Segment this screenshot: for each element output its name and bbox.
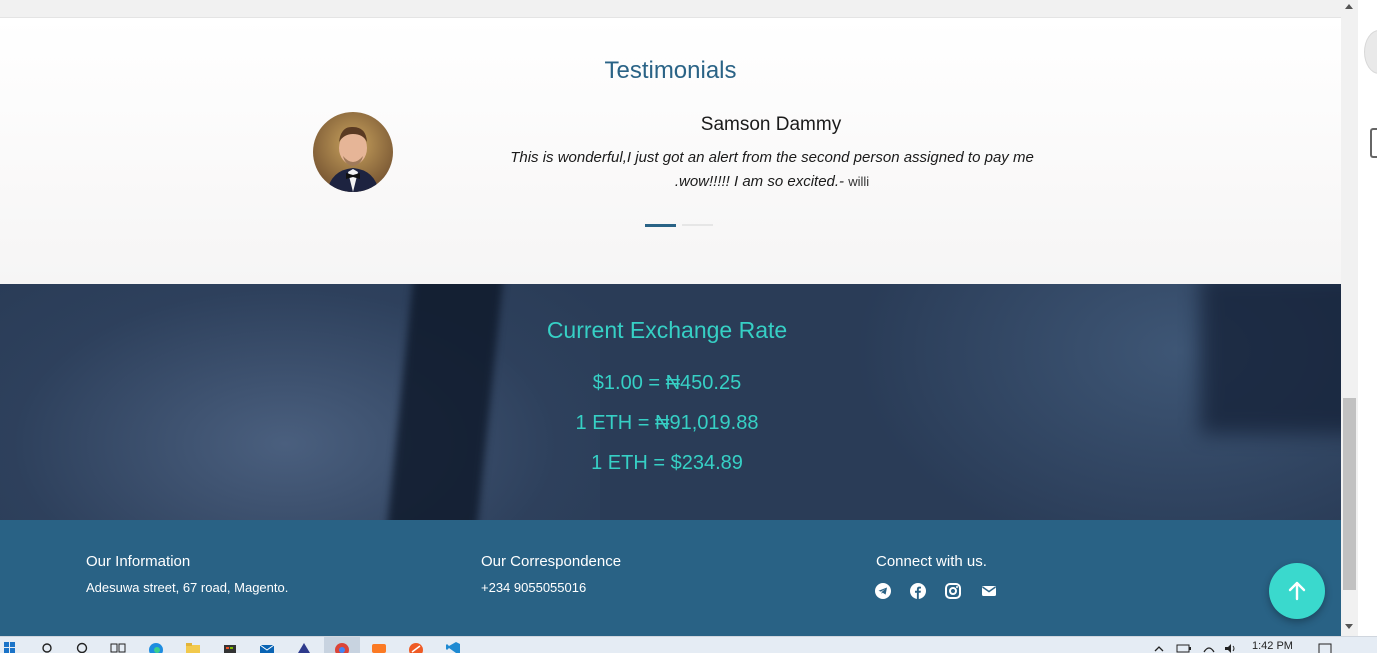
- edge-icon[interactable]: [148, 642, 164, 653]
- notification-center-icon[interactable]: [1317, 642, 1333, 653]
- side-avatar[interactable]: [1364, 30, 1377, 74]
- info-title: Our Information: [86, 553, 191, 570]
- xampp-icon[interactable]: [371, 642, 387, 653]
- postman-icon[interactable]: [408, 642, 424, 653]
- footer: Our Information Adesuwa street, 67 road,…: [0, 520, 1341, 636]
- testimonials-section: Testimonials Samson Dammy This is wonder…: [0, 18, 1341, 284]
- windows-taskbar: 1:42 PM: [0, 636, 1377, 653]
- rate-usd-ngn: $1.00 = ₦450.25: [592, 372, 742, 394]
- telegram-icon[interactable]: [875, 583, 891, 599]
- connect-title: Connect with us.: [876, 553, 987, 570]
- chrome-icon[interactable]: [334, 642, 350, 653]
- scroll-to-top-button[interactable]: [1269, 563, 1325, 619]
- top-strip: [0, 0, 1341, 18]
- search-icon[interactable]: [40, 642, 54, 653]
- testimonial-quote-text: This is wonderful,I just got an alert fr…: [510, 149, 1034, 190]
- scroll-down-arrow-icon[interactable]: [1345, 624, 1353, 629]
- file-explorer-icon[interactable]: [185, 642, 201, 653]
- rate-eth-usd: 1 ETH = $234.89: [591, 452, 743, 474]
- battery-icon[interactable]: [1176, 642, 1192, 653]
- store-icon[interactable]: [222, 642, 238, 653]
- mail-app-icon[interactable]: [259, 642, 275, 653]
- task-view-icon[interactable]: [110, 642, 126, 653]
- testimonial-author: willi: [848, 174, 870, 189]
- page-scrollbar[interactable]: [1341, 0, 1358, 636]
- windows-start-icon[interactable]: [4, 642, 16, 653]
- info-address: Adesuwa street, 67 road, Magento.: [86, 580, 289, 595]
- carousel-indicator-1[interactable]: [645, 224, 676, 227]
- scroll-up-arrow-icon[interactable]: [1345, 4, 1353, 9]
- exchange-rate-section: Current Exchange Rate $1.00 = ₦450.25 1 …: [0, 284, 1341, 520]
- app-icon[interactable]: [296, 642, 312, 653]
- testimonial-avatar: [313, 112, 393, 192]
- rate-eth-ngn: 1 ETH = ₦91,019.88: [575, 412, 759, 434]
- arrow-up-icon: [1288, 581, 1306, 601]
- side-panel-icon[interactable]: [1370, 128, 1377, 158]
- taskbar-clock[interactable]: 1:42 PM: [1252, 640, 1293, 652]
- testimonials-title: Testimonials: [604, 57, 737, 84]
- cortana-icon[interactable]: [75, 642, 89, 653]
- mail-icon[interactable]: [981, 583, 997, 599]
- carousel-indicator-2[interactable]: [682, 224, 713, 226]
- facebook-icon[interactable]: [910, 583, 926, 599]
- tray-chevron-up-icon[interactable]: [1153, 642, 1165, 653]
- vscode-icon[interactable]: [445, 642, 461, 653]
- correspondence-title: Our Correspondence: [481, 553, 622, 570]
- scrollbar-thumb[interactable]: [1343, 398, 1356, 590]
- instagram-icon[interactable]: [945, 583, 961, 599]
- exchange-rate-title: Current Exchange Rate: [546, 317, 788, 343]
- testimonial-name: Samson Dammy: [700, 114, 842, 135]
- volume-icon[interactable]: [1223, 642, 1239, 653]
- testimonial-quote: This is wonderful,I just got an alert fr…: [500, 146, 1044, 194]
- wifi-icon[interactable]: [1202, 642, 1216, 653]
- correspondence-phone[interactable]: +234 9055055016: [481, 580, 586, 595]
- browser-side-panel: [1358, 0, 1377, 636]
